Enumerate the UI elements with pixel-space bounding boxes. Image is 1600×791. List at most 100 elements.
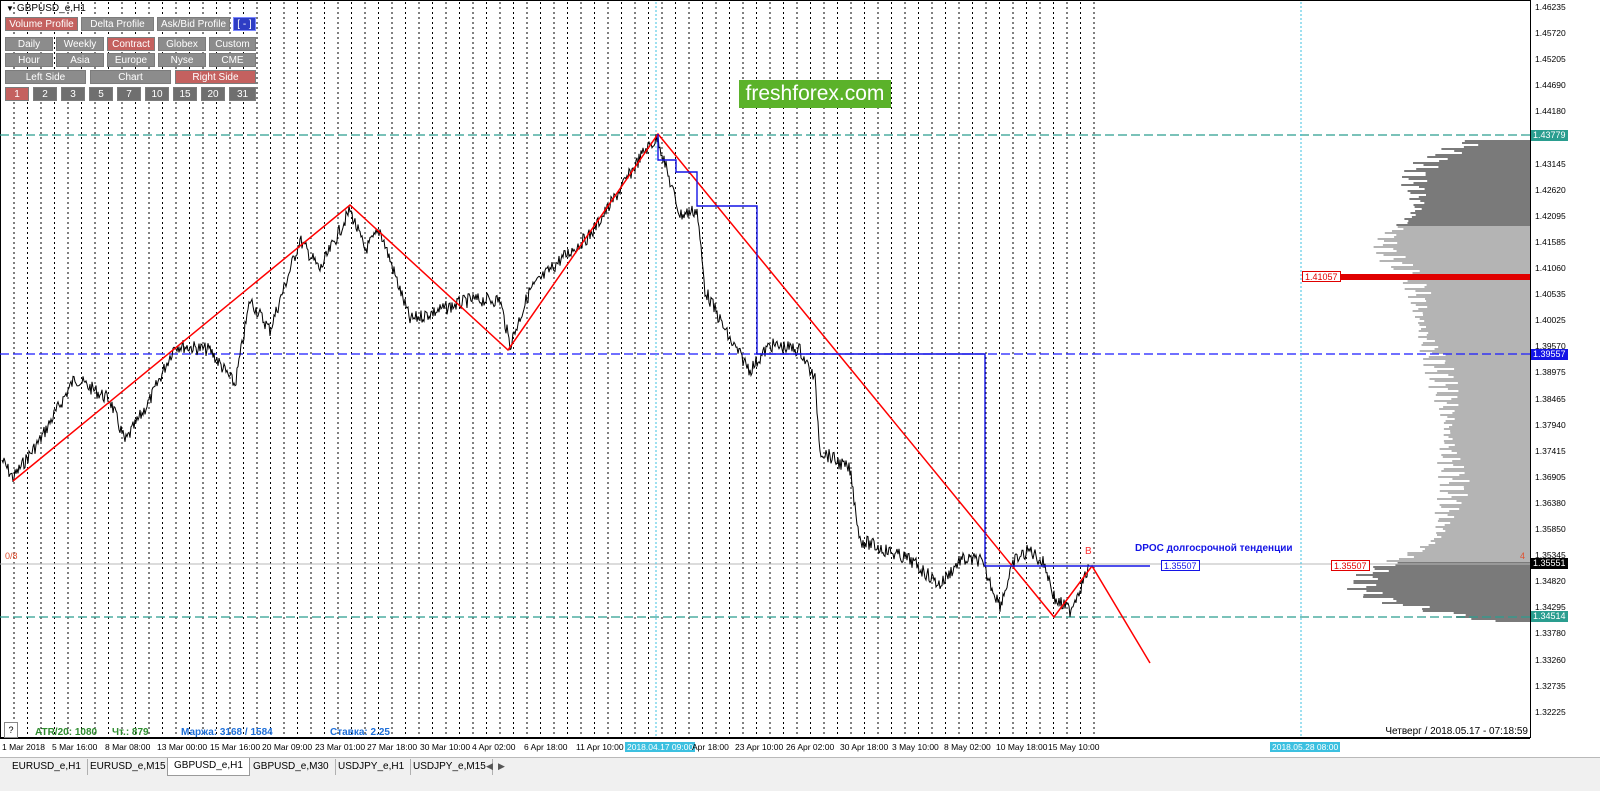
profile-bar bbox=[1424, 286, 1530, 288]
profile-bar bbox=[1393, 248, 1530, 250]
profile-bar bbox=[1453, 464, 1530, 466]
cme-button[interactable]: CME bbox=[209, 53, 256, 67]
profile-bar bbox=[1379, 260, 1530, 262]
period-31-button[interactable]: 31 bbox=[229, 87, 256, 101]
profile-bar bbox=[1439, 408, 1530, 410]
period-10-button[interactable]: 10 bbox=[145, 87, 169, 101]
tab-usdjpy-h1[interactable]: USDJPY_e,H1 bbox=[332, 759, 412, 775]
profile-bar bbox=[1449, 482, 1530, 484]
weekly-button[interactable]: Weekly bbox=[56, 37, 104, 51]
profile-bar bbox=[1459, 474, 1530, 476]
profile-bar bbox=[1464, 140, 1530, 142]
price-axis-label: 1.38975 bbox=[1535, 367, 1566, 378]
profile-bar bbox=[1396, 234, 1530, 236]
dpoc-steps[interactable] bbox=[657, 134, 1150, 567]
profile-bar bbox=[1467, 494, 1530, 496]
chevron-down-icon[interactable]: ▼ bbox=[6, 4, 14, 13]
period-20-button[interactable]: 20 bbox=[201, 87, 225, 101]
profile-bar bbox=[1382, 602, 1530, 604]
profile-bar bbox=[1469, 480, 1530, 482]
profile-bar bbox=[1456, 616, 1530, 618]
time-axis-label: 8 May 02:00 bbox=[944, 742, 991, 752]
right-side-button[interactable]: Right Side bbox=[175, 70, 256, 84]
profile-bar bbox=[1459, 508, 1530, 510]
profile-bar bbox=[1412, 310, 1530, 312]
rate-label: Ставка: 2.25 bbox=[330, 727, 390, 738]
profile-bar bbox=[1430, 540, 1530, 542]
europe-button[interactable]: Europe bbox=[107, 53, 155, 67]
profile-bar bbox=[1438, 346, 1530, 348]
profile-bar bbox=[1444, 524, 1530, 526]
profile-bar bbox=[1372, 576, 1530, 578]
tab-eurusd-h1[interactable]: EURUSD_e,H1 bbox=[6, 759, 88, 775]
contract-button[interactable]: Contract bbox=[107, 37, 155, 51]
profile-bar bbox=[1393, 598, 1530, 600]
profile-bar bbox=[1457, 396, 1530, 398]
help-button[interactable]: ? bbox=[4, 722, 18, 738]
profile-bar bbox=[1443, 434, 1530, 436]
profile-bar bbox=[1454, 418, 1530, 420]
profile-bar bbox=[1438, 518, 1530, 520]
profile-bar bbox=[1436, 532, 1530, 534]
profile-bar bbox=[1373, 246, 1530, 248]
profile-bar bbox=[1434, 400, 1530, 402]
scroll-right-icon[interactable]: ▶ bbox=[498, 761, 505, 772]
profile-bar bbox=[1441, 148, 1530, 150]
high-price-tag: 1.43779 bbox=[1531, 130, 1568, 141]
period-5-button[interactable]: 5 bbox=[89, 87, 113, 101]
tab-eurusd-m15[interactable]: EURUSD_e,M15 bbox=[84, 759, 173, 775]
profile-bar bbox=[1382, 244, 1530, 246]
price-chart[interactable] bbox=[0, 0, 1600, 757]
profile-bar bbox=[1464, 466, 1530, 468]
tab-gbpusd-h1[interactable]: GBPUSD_e,H1 bbox=[167, 758, 250, 776]
left-side-button[interactable]: Left Side bbox=[5, 70, 86, 84]
daily-button[interactable]: Daily bbox=[5, 37, 53, 51]
time-axis-label: 15 May 10:00 bbox=[1048, 742, 1100, 752]
profile-bar bbox=[1376, 584, 1530, 586]
globex-button[interactable]: Globex bbox=[158, 37, 206, 51]
price-axis-label: 1.46235 bbox=[1535, 2, 1566, 12]
period-7-button[interactable]: 7 bbox=[117, 87, 141, 101]
collapse-button[interactable]: [ - ] bbox=[233, 17, 256, 31]
period-2-button[interactable]: 2 bbox=[33, 87, 57, 101]
profile-bar bbox=[1388, 570, 1530, 572]
price-axis-label: 1.45720 bbox=[1535, 28, 1566, 39]
profile-bar bbox=[1413, 182, 1530, 184]
profile-bar bbox=[1402, 176, 1530, 178]
profile-bar bbox=[1396, 250, 1530, 252]
profile-bar bbox=[1453, 376, 1530, 378]
profile-bar bbox=[1431, 292, 1530, 294]
profile-bar bbox=[1428, 356, 1530, 358]
tab-gbpusd-m30[interactable]: GBPUSD_e,M30 bbox=[247, 759, 336, 775]
price-axis-label: 1.41585 bbox=[1535, 236, 1566, 247]
profile-bar bbox=[1408, 296, 1530, 298]
asia-button[interactable]: Asia bbox=[56, 53, 104, 67]
ask-bid-profile-button[interactable]: Ask/Bid Profile bbox=[157, 17, 230, 31]
profile-bar bbox=[1439, 160, 1530, 162]
scroll-left-icon[interactable]: ◀ bbox=[486, 761, 493, 772]
nyse-button[interactable]: Nyse bbox=[158, 53, 206, 67]
profile-bar bbox=[1356, 574, 1530, 576]
poc-price-box: 1.41057 bbox=[1302, 271, 1341, 282]
profile-bar bbox=[1447, 158, 1530, 160]
period-1-button[interactable]: 1 bbox=[5, 87, 29, 101]
delta-profile-button[interactable]: Delta Profile bbox=[81, 17, 154, 31]
tab-usdjpy-m15[interactable]: USDJPY_e,M15 bbox=[407, 759, 493, 775]
custom-button[interactable]: Custom bbox=[209, 37, 256, 51]
profile-bar bbox=[1347, 588, 1530, 590]
price-axis-label: 1.34820 bbox=[1535, 576, 1566, 587]
price-axis-label: 1.44180 bbox=[1535, 106, 1566, 117]
profile-bar bbox=[1439, 448, 1530, 450]
profile-bar bbox=[1410, 212, 1530, 214]
profile-bar bbox=[1397, 242, 1530, 244]
chart-button[interactable]: Chart bbox=[90, 70, 171, 84]
volume-profile-button[interactable]: Volume Profile bbox=[5, 17, 78, 31]
hour-button[interactable]: Hour bbox=[5, 53, 53, 67]
volume-profile bbox=[1340, 140, 1530, 622]
time-axis-label: 5 Mar 16:00 bbox=[52, 742, 98, 752]
profile-bar bbox=[1419, 324, 1530, 326]
period-3-button[interactable]: 3 bbox=[61, 87, 85, 101]
period-15-button[interactable]: 15 bbox=[173, 87, 197, 101]
price-axis-label: 1.36905 bbox=[1535, 471, 1566, 482]
profile-bar bbox=[1435, 526, 1530, 528]
